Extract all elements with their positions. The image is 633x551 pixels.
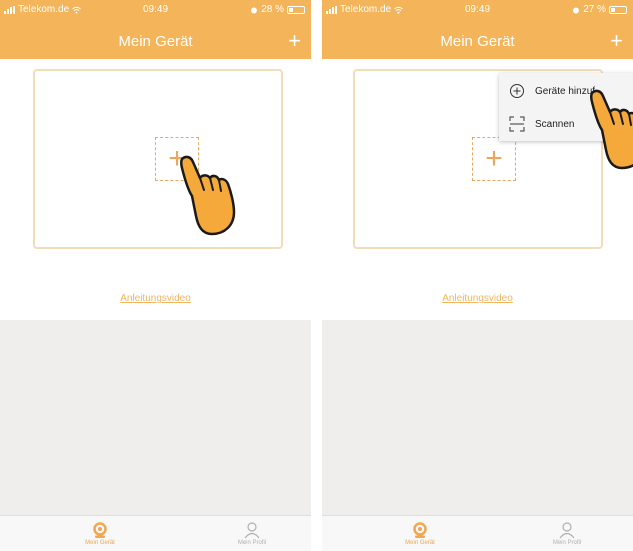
battery-icon [609,5,627,14]
device-card: + [33,69,283,249]
empty-content-area [322,320,633,515]
battery-label: 27 % [583,4,606,15]
tab-label: Mein Profil [552,540,582,546]
battery: 28 % [250,4,305,15]
tab-bar: Mein Gerät Mein Profil [0,515,311,551]
tab-my-device[interactable]: Mein Gerät [380,520,460,546]
pointing-hand-icon [590,89,633,170]
phone-screen-right: Telekom.de 09:49 27 % Mein Gerät + + Anl… [322,0,633,551]
alarm-icon [251,7,258,13]
device-icon [93,522,107,538]
phone-screen-left: Telekom.de 09:49 28 % Mein Gerät + + Anl… [0,0,311,551]
plus-icon: + [485,142,503,175]
tab-my-profile[interactable]: Mein Profil [527,520,607,546]
pointing-hand-icon [180,155,236,236]
tab-my-device[interactable]: Mein Gerät [60,520,140,546]
battery: 27 % [572,4,627,15]
tab-label: Mein Profil [237,540,267,546]
tab-label: Mein Gerät [85,540,115,546]
circle-plus-icon [499,83,535,99]
tutorial-video-link[interactable]: Anleitungsvideo [0,293,311,304]
battery-icon [287,5,305,14]
tutorial-video-link[interactable]: Anleitungsvideo [322,293,633,304]
status-bar: Telekom.de 09:49 28 % [0,0,311,20]
app-header: Telekom.de 09:49 27 % Mein Gerät + [322,0,633,59]
alarm-icon [573,7,580,13]
app-header: Telekom.de 09:49 28 % Mein Gerät + [0,0,311,59]
device-icon [413,522,427,538]
plus-icon[interactable]: + [288,30,301,52]
empty-content-area [0,320,311,515]
tab-bar: Mein Gerät Mein Profil [322,515,633,551]
tab-label: Mein Gerät [405,540,435,546]
menu-item-label: Scannen [535,118,575,130]
profile-icon [244,522,260,539]
tutorial-composite: Telekom.de 09:49 28 % Mein Gerät + + Anl… [0,0,633,551]
plus-icon[interactable]: + [610,30,623,52]
add-device-button[interactable]: + [472,137,516,181]
status-bar: Telekom.de 09:49 27 % [322,0,633,20]
page-title: Mein Gerät [440,33,515,50]
battery-label: 28 % [261,4,284,15]
tab-my-profile[interactable]: Mein Profil [212,520,292,546]
profile-icon [559,522,575,539]
scan-icon [499,116,535,132]
page-title: Mein Gerät [118,33,193,50]
